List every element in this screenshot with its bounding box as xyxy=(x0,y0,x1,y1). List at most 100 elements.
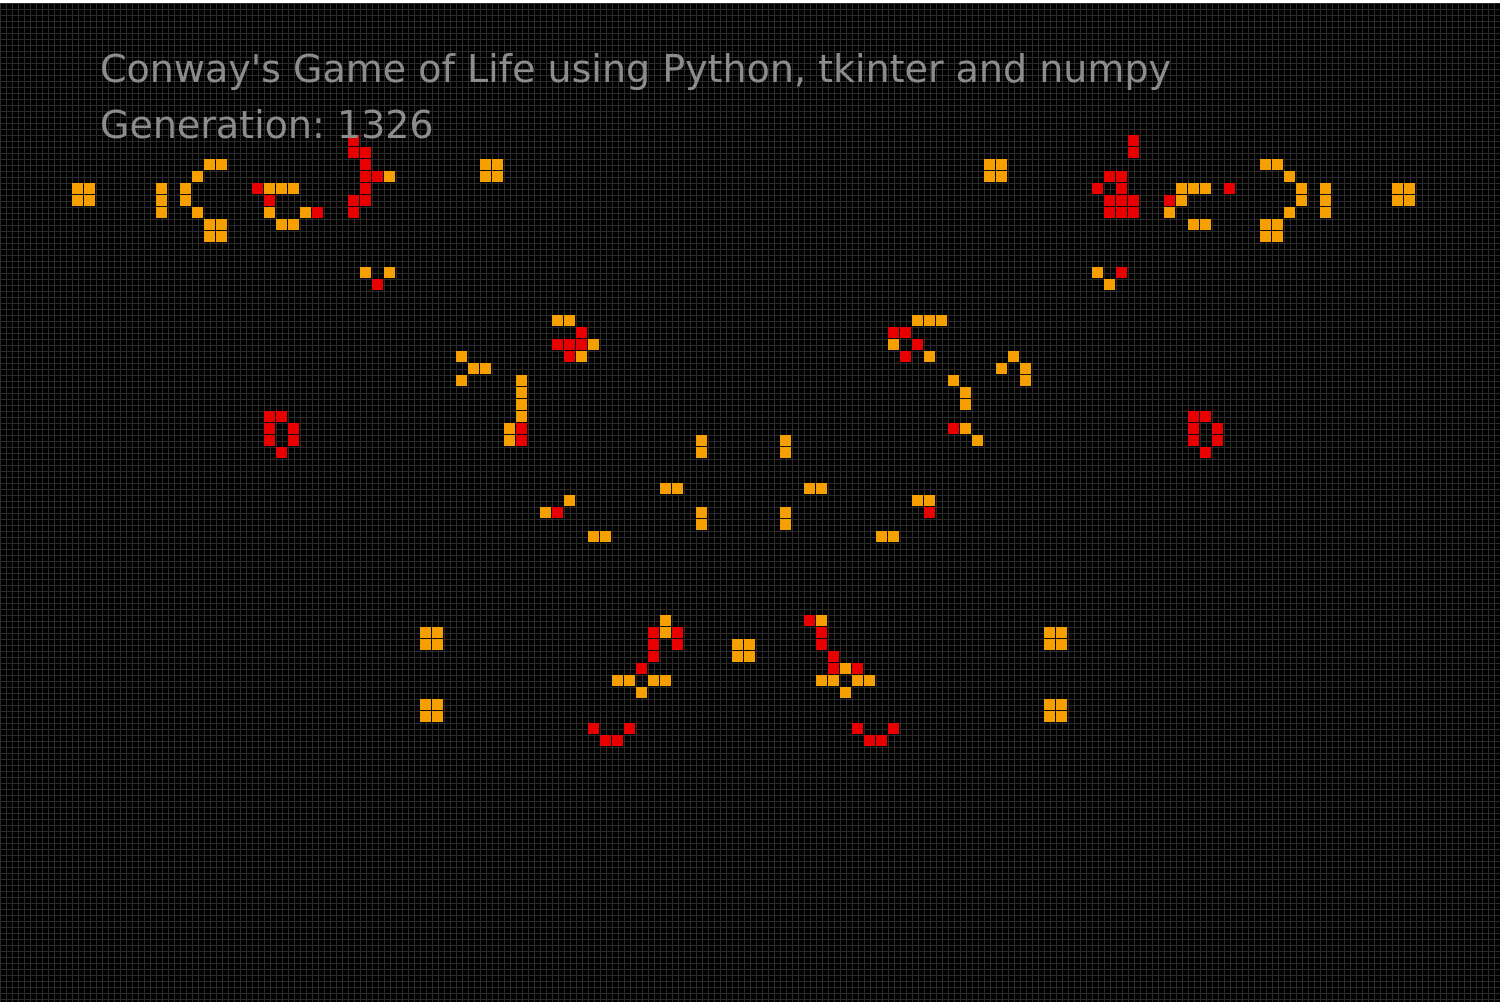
live-cell[interactable] xyxy=(1284,207,1295,218)
live-cell[interactable] xyxy=(1020,375,1031,386)
live-cell[interactable] xyxy=(204,159,215,170)
newborn-cell[interactable] xyxy=(1104,207,1115,218)
live-cell[interactable] xyxy=(696,519,707,530)
live-cell[interactable] xyxy=(852,675,863,686)
newborn-cell[interactable] xyxy=(1200,411,1211,422)
newborn-cell[interactable] xyxy=(1092,183,1103,194)
newborn-cell[interactable] xyxy=(1104,195,1115,206)
live-cell[interactable] xyxy=(660,483,671,494)
newborn-cell[interactable] xyxy=(372,279,383,290)
live-cell[interactable] xyxy=(780,447,791,458)
live-cell[interactable] xyxy=(984,171,995,182)
live-cell[interactable] xyxy=(648,675,659,686)
live-cell[interactable] xyxy=(384,267,395,278)
live-cell[interactable] xyxy=(996,171,1007,182)
live-cell[interactable] xyxy=(552,315,563,326)
live-cell[interactable] xyxy=(1200,183,1211,194)
newborn-cell[interactable] xyxy=(360,183,371,194)
newborn-cell[interactable] xyxy=(948,423,959,434)
newborn-cell[interactable] xyxy=(1212,435,1223,446)
live-cell[interactable] xyxy=(564,315,575,326)
newborn-cell[interactable] xyxy=(1116,183,1127,194)
newborn-cell[interactable] xyxy=(576,339,587,350)
newborn-cell[interactable] xyxy=(288,435,299,446)
live-cell[interactable] xyxy=(1200,219,1211,230)
live-cell[interactable] xyxy=(1176,183,1187,194)
newborn-cell[interactable] xyxy=(648,627,659,638)
live-cell[interactable] xyxy=(936,315,947,326)
live-cell[interactable] xyxy=(72,183,83,194)
live-cell[interactable] xyxy=(1056,699,1067,710)
live-cell[interactable] xyxy=(960,387,971,398)
live-cell[interactable] xyxy=(1404,183,1415,194)
live-cell[interactable] xyxy=(420,639,431,650)
live-cell[interactable] xyxy=(612,675,623,686)
live-cell[interactable] xyxy=(864,675,875,686)
newborn-cell[interactable] xyxy=(288,423,299,434)
newborn-cell[interactable] xyxy=(588,723,599,734)
live-cell[interactable] xyxy=(1392,183,1403,194)
live-cell[interactable] xyxy=(1188,183,1199,194)
newborn-cell[interactable] xyxy=(348,207,359,218)
live-cell[interactable] xyxy=(204,219,215,230)
live-cell[interactable] xyxy=(192,207,203,218)
game-board[interactable] xyxy=(0,3,1500,1002)
live-cell[interactable] xyxy=(876,531,887,542)
newborn-cell[interactable] xyxy=(360,147,371,158)
live-cell[interactable] xyxy=(1284,171,1295,182)
live-cell[interactable] xyxy=(960,423,971,434)
live-cell[interactable] xyxy=(288,183,299,194)
newborn-cell[interactable] xyxy=(372,171,383,182)
newborn-cell[interactable] xyxy=(564,351,575,362)
live-cell[interactable] xyxy=(456,375,467,386)
newborn-cell[interactable] xyxy=(1188,423,1199,434)
live-cell[interactable] xyxy=(1056,639,1067,650)
newborn-cell[interactable] xyxy=(348,147,359,158)
live-cell[interactable] xyxy=(816,483,827,494)
live-cell[interactable] xyxy=(432,627,443,638)
newborn-cell[interactable] xyxy=(264,195,275,206)
live-cell[interactable] xyxy=(1176,195,1187,206)
live-cell[interactable] xyxy=(924,351,935,362)
newborn-cell[interactable] xyxy=(924,507,935,518)
live-cell[interactable] xyxy=(300,207,311,218)
live-cell[interactable] xyxy=(1296,195,1307,206)
live-cell[interactable] xyxy=(432,711,443,722)
newborn-cell[interactable] xyxy=(1200,447,1211,458)
live-cell[interactable] xyxy=(696,435,707,446)
live-cell[interactable] xyxy=(744,639,755,650)
live-cell[interactable] xyxy=(1044,639,1055,650)
live-cell[interactable] xyxy=(996,363,1007,374)
live-cell[interactable] xyxy=(216,231,227,242)
live-cell[interactable] xyxy=(1272,219,1283,230)
live-cell[interactable] xyxy=(480,159,491,170)
newborn-cell[interactable] xyxy=(828,663,839,674)
live-cell[interactable] xyxy=(960,399,971,410)
live-cell[interactable] xyxy=(1320,183,1331,194)
live-cell[interactable] xyxy=(360,267,371,278)
live-cell[interactable] xyxy=(1044,627,1055,638)
newborn-cell[interactable] xyxy=(624,723,635,734)
newborn-cell[interactable] xyxy=(576,327,587,338)
live-cell[interactable] xyxy=(600,531,611,542)
live-cell[interactable] xyxy=(576,351,587,362)
live-cell[interactable] xyxy=(1044,711,1055,722)
live-cell[interactable] xyxy=(564,495,575,506)
live-cell[interactable] xyxy=(492,171,503,182)
newborn-cell[interactable] xyxy=(852,663,863,674)
newborn-cell[interactable] xyxy=(1116,195,1127,206)
live-cell[interactable] xyxy=(480,363,491,374)
live-cell[interactable] xyxy=(288,219,299,230)
live-cell[interactable] xyxy=(1392,195,1403,206)
live-cell[interactable] xyxy=(84,195,95,206)
live-cell[interactable] xyxy=(888,339,899,350)
live-cell[interactable] xyxy=(912,315,923,326)
live-cell[interactable] xyxy=(672,483,683,494)
live-cell[interactable] xyxy=(1056,627,1067,638)
newborn-cell[interactable] xyxy=(816,639,827,650)
live-cell[interactable] xyxy=(480,171,491,182)
live-cell[interactable] xyxy=(72,195,83,206)
live-cell[interactable] xyxy=(84,183,95,194)
newborn-cell[interactable] xyxy=(600,735,611,746)
live-cell[interactable] xyxy=(636,687,647,698)
